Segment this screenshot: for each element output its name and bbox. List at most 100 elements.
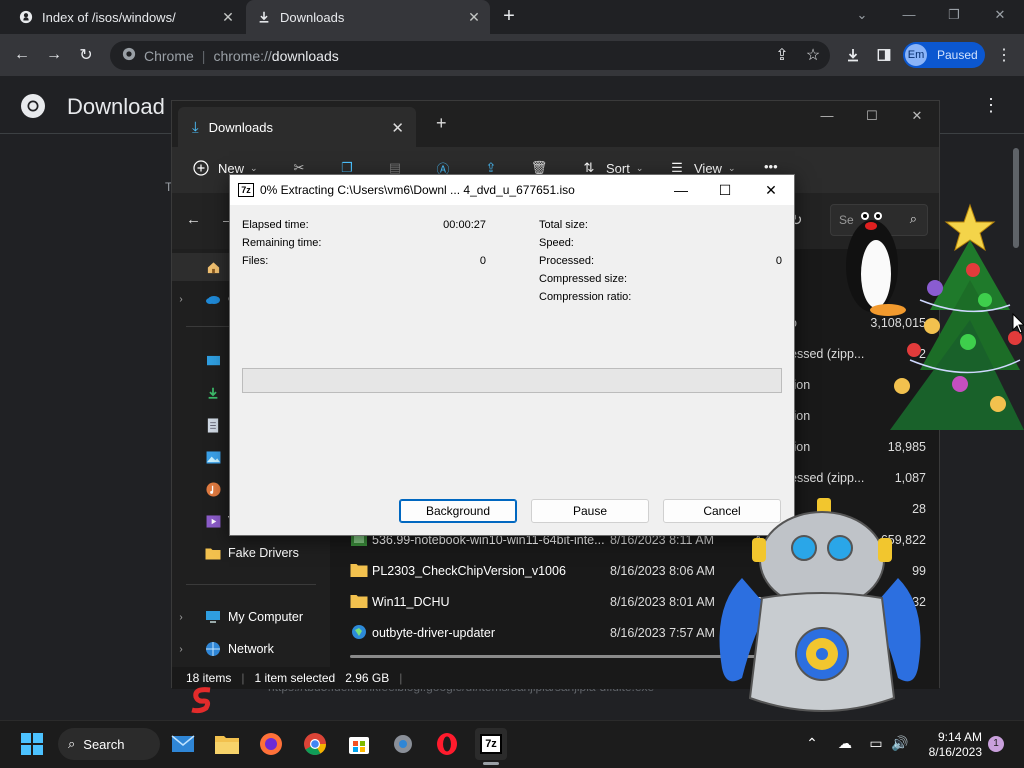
file-name: Win11_DCHU — [372, 594, 450, 609]
download-icon: ⤓ — [192, 118, 199, 136]
menu-icon[interactable]: ⋮ — [992, 43, 1016, 67]
side-panel-icon[interactable] — [872, 43, 896, 67]
taskbar-file-explorer[interactable] — [211, 728, 243, 760]
back-button[interactable]: ← — [186, 211, 201, 228]
tab-downloads[interactable]: Downloads ✕ — [246, 0, 490, 34]
pause-button[interactable]: Pause — [531, 499, 649, 523]
close-window-button[interactable]: ✕ — [986, 4, 1014, 26]
display-icon[interactable]: ▭ — [866, 735, 886, 752]
star-icon[interactable]: ☆ — [801, 43, 825, 67]
nav-label: Network — [228, 642, 274, 656]
more-options-button[interactable]: ••• — [764, 159, 778, 174]
file-size: 18,985 — [887, 439, 926, 454]
7zip-logo-icon: 7z — [238, 183, 254, 197]
minimize-button[interactable]: — — [666, 180, 696, 200]
file-name: outbyte-driver-updater — [372, 625, 495, 640]
share-icon[interactable]: ⇪ — [770, 43, 794, 67]
nav-item-fake-drivers[interactable]: Fake Drivers — [172, 539, 330, 567]
separator: | — [201, 47, 206, 64]
taskbar-opera[interactable] — [431, 728, 463, 760]
opera-icon — [437, 733, 457, 755]
selection-size: 2.96 GB — [345, 671, 390, 685]
active-indicator — [483, 762, 499, 765]
close-button[interactable]: ✕ — [756, 180, 786, 200]
firefox-icon — [260, 733, 282, 755]
tab-title: Index of /isos/windows/ — [42, 9, 176, 25]
site-chip: Chrome — [144, 47, 194, 64]
explorer-titlebar: ⤓ Downloads ✕ + — ☐ ✕ — [172, 101, 939, 147]
url-host: downloads — [271, 47, 339, 64]
maximize-button[interactable]: ☐ — [710, 180, 740, 200]
close-icon[interactable]: ✕ — [220, 9, 236, 25]
more-icon[interactable]: ⋮ — [982, 95, 1000, 116]
taskbar-7zip[interactable]: 7z — [475, 728, 507, 760]
network-off-icon[interactable]: ☁ — [835, 735, 855, 752]
tab-search-icon[interactable]: ⌄ — [848, 4, 876, 26]
video-icon — [204, 512, 222, 530]
chevron-right-icon[interactable]: › — [172, 294, 190, 305]
search-label: Search — [83, 736, 125, 752]
computer-icon — [204, 608, 222, 626]
show-hidden-icons-button[interactable]: ⌃ — [802, 735, 822, 752]
forward-button[interactable]: → — [42, 43, 66, 67]
start-button[interactable] — [16, 728, 48, 760]
url-scheme: chrome:// — [213, 47, 272, 64]
file-type: essed (zipp... — [790, 470, 865, 485]
file-type: essed (zipp... — [790, 346, 865, 361]
volume-icon[interactable]: 🔊 — [890, 735, 910, 752]
taskbar-clock[interactable]: 9:14 AM 8/16/2023 — [912, 730, 982, 760]
dialog-title: 0% Extracting C:\Users\vm6\Downl ... 4_d… — [260, 183, 575, 197]
taskbar-firefox[interactable] — [255, 728, 287, 760]
new-tab-button[interactable]: + — [436, 113, 447, 134]
document-icon — [204, 416, 222, 434]
close-icon[interactable]: ✕ — [466, 9, 482, 25]
chevron-right-icon[interactable]: › — [172, 644, 190, 655]
dialog-titlebar: 7z 0% Extracting C:\Users\vm6\Downl ... … — [230, 175, 794, 205]
speed-label: Speed: — [539, 237, 574, 249]
nav-item-network[interactable]: › Network — [172, 635, 330, 663]
taskbar-mail[interactable] — [167, 728, 199, 760]
music-icon — [204, 480, 222, 498]
elapsed-time-label: Elapsed time: — [242, 219, 309, 231]
chevron-down-icon: ⌄ — [250, 162, 258, 173]
christmas-tree-icon — [890, 203, 1024, 430]
avatar: Em — [905, 44, 927, 66]
page-title: Download — [67, 94, 165, 119]
maximize-button[interactable]: ☐ — [857, 108, 887, 124]
profile-button[interactable]: Em Paused — [903, 42, 985, 68]
download-icon — [204, 384, 222, 402]
minimize-button[interactable]: — — [895, 4, 923, 26]
taskbar-search[interactable]: ⌕ Search — [58, 728, 160, 760]
separator: | — [241, 671, 245, 685]
background-button[interactable]: Background — [399, 499, 517, 523]
close-window-button[interactable]: ✕ — [902, 108, 932, 124]
reload-button[interactable]: ↻ — [74, 43, 98, 67]
chrome-icon — [304, 733, 326, 755]
mouse-cursor-icon — [1012, 313, 1024, 334]
taskbar-settings[interactable] — [387, 728, 419, 760]
minimize-button[interactable]: — — [812, 108, 842, 123]
tab-index-isos[interactable]: Index of /isos/windows/ ✕ — [8, 0, 244, 34]
chrome-logo-icon — [20, 93, 46, 119]
explorer-tab-downloads[interactable]: ⤓ Downloads ✕ — [178, 107, 416, 147]
taskbar-store[interactable] — [343, 728, 375, 760]
picture-icon — [204, 448, 222, 466]
new-tab-button[interactable]: + — [498, 6, 520, 28]
file-date: 8/16/2023 8:06 AM — [610, 563, 715, 578]
restore-button[interactable]: ❐ — [940, 4, 968, 26]
downloads-icon[interactable] — [841, 43, 865, 67]
back-button[interactable]: ← — [10, 43, 34, 67]
notification-badge[interactable]: 1 — [988, 736, 1004, 752]
separator: | — [399, 671, 403, 685]
address-bar[interactable]: Chrome | chrome:// downloads — [110, 41, 830, 70]
desktop-icon — [204, 352, 222, 370]
nav-item-my-computer[interactable]: › My Computer — [172, 603, 330, 631]
search-icon: ⌕ — [68, 736, 76, 751]
selection-info: 1 item selected — [254, 671, 336, 685]
nav-label: My Computer — [228, 610, 304, 624]
close-icon[interactable]: ✕ — [391, 119, 404, 137]
chevron-right-icon[interactable]: › — [172, 612, 190, 623]
files-label: Files: — [242, 255, 269, 267]
clock-time: 9:14 AM — [937, 730, 982, 744]
taskbar-chrome[interactable] — [299, 728, 331, 760]
